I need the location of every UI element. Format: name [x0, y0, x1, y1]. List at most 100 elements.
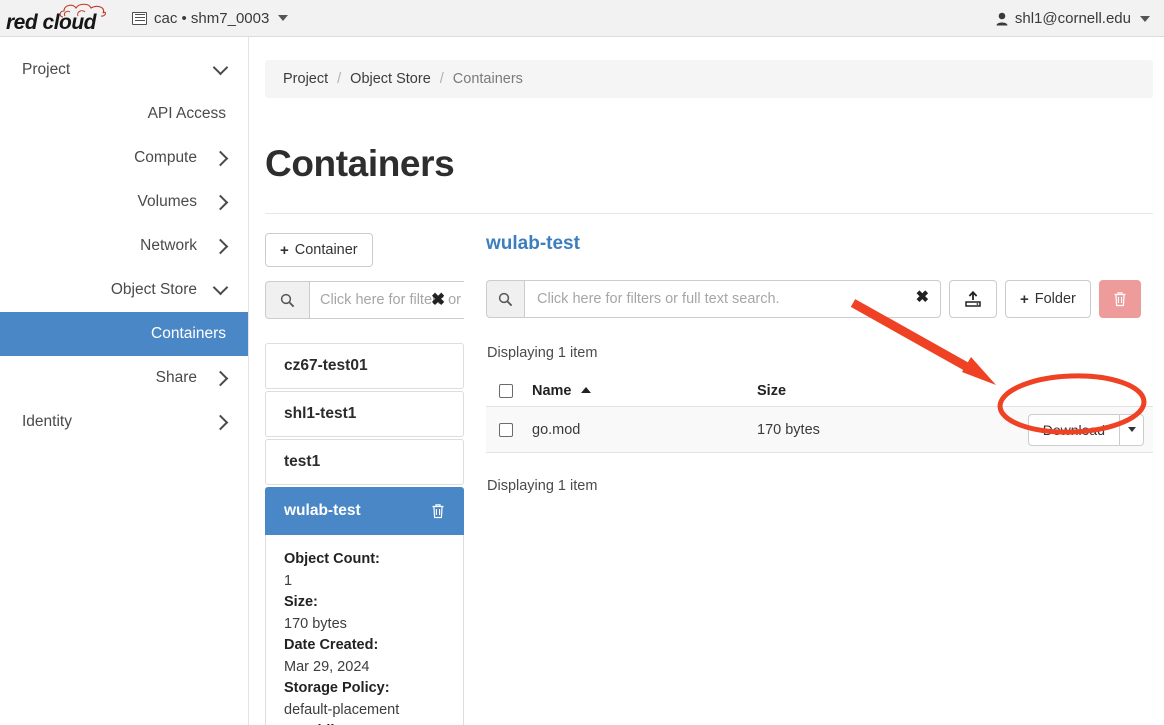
sort-ascending-icon — [580, 386, 591, 393]
create-container-button[interactable]: + Container — [265, 233, 373, 267]
download-dropdown-toggle[interactable] — [1119, 414, 1143, 445]
sidebar-item-compute[interactable]: Compute — [0, 136, 248, 180]
sidebar: Project API Access Compute Volumes Netwo… — [0, 37, 249, 725]
sidebar-item-label: API Access — [147, 105, 226, 122]
container-name: shl1-test1 — [284, 405, 357, 422]
download-split-button: Download — [1027, 413, 1144, 446]
sidebar-item-volumes[interactable]: Volumes — [0, 180, 248, 224]
user-icon — [996, 12, 1008, 25]
delete-objects-button[interactable] — [1098, 280, 1141, 318]
sidebar-item-containers[interactable]: Containers — [0, 312, 248, 356]
detail-value: 1 — [284, 572, 293, 589]
breadcrumb-item-containers: Containers — [452, 71, 523, 87]
sidebar-item-label: Object Store — [110, 281, 197, 298]
chevron-down-icon — [212, 279, 229, 296]
caret-down-icon — [1127, 427, 1136, 432]
page-title: Containers — [265, 143, 455, 184]
upload-object-button[interactable] — [949, 280, 997, 318]
row-checkbox[interactable] — [499, 422, 513, 437]
objects-toolbar: ✖ + Folder — [486, 280, 1141, 318]
chevron-right-icon — [212, 238, 229, 254]
column-header-label: Name — [532, 382, 572, 399]
sidebar-item-label: Project — [22, 61, 71, 78]
objects-container-title[interactable]: wulab-test — [486, 233, 580, 255]
close-icon[interactable]: ✖ — [916, 290, 929, 306]
container-list-item-wulab-test[interactable]: wulab-test — [265, 487, 464, 535]
breadcrumb: Project / Object Store / Containers — [265, 60, 1153, 98]
container-list-item-shl1-test1[interactable]: shl1-test1 — [265, 391, 464, 437]
plus-icon: + — [280, 241, 289, 259]
sidebar-item-network[interactable]: Network — [0, 224, 248, 268]
breadcrumb-separator: / — [439, 71, 444, 87]
download-button[interactable]: Download — [1029, 415, 1119, 445]
top-navbar: red cloud cac • shm7_0003 shl1@cornell.e… — [0, 0, 1164, 37]
table-row[interactable]: go.mod 170 bytes Download — [486, 407, 1153, 453]
chevron-down-icon — [1140, 15, 1150, 22]
container-list-panel: + Container ✖ cz67-test01 — [265, 233, 464, 725]
search-icon — [265, 281, 309, 319]
objects-search: ✖ — [486, 280, 941, 318]
sidebar-item-label: Share — [155, 369, 197, 386]
project-switcher[interactable]: cac • shm7_0003 — [132, 9, 289, 27]
item-count-bottom: Displaying 1 item — [487, 478, 598, 494]
select-all-checkbox[interactable] — [499, 383, 513, 398]
title-divider — [265, 213, 1153, 214]
logo[interactable]: red cloud — [6, 0, 110, 37]
upload-icon — [965, 290, 981, 307]
table-header: Name Size — [486, 375, 1153, 407]
sidebar-item-project[interactable]: Project — [0, 48, 248, 92]
user-menu[interactable]: shl1@cornell.edu — [996, 0, 1150, 37]
detail-label: Date Created: — [284, 637, 379, 653]
objects-panel: wulab-test ✖ — [486, 233, 1153, 494]
item-count-top: Displaying 1 item — [487, 345, 598, 361]
cell-actions: Download — [987, 413, 1153, 446]
sidebar-item-object-store[interactable]: Object Store — [0, 268, 248, 312]
detail-label: Object Count: — [284, 551, 380, 567]
chevron-right-icon — [212, 370, 229, 386]
chevron-down-icon — [278, 15, 289, 21]
breadcrumb-item-object-store[interactable]: Object Store — [350, 71, 431, 87]
sidebar-item-label: Network — [140, 237, 197, 254]
chevron-right-icon — [212, 414, 229, 430]
select-all-cell — [486, 383, 532, 399]
user-menu-label: shl1@cornell.edu — [1014, 10, 1131, 27]
breadcrumb-separator: / — [337, 71, 342, 87]
chevron-down-icon — [212, 59, 229, 76]
create-container-label: Container — [294, 242, 358, 258]
sidebar-item-api-access[interactable]: API Access — [0, 92, 248, 136]
detail-label: Storage Policy: — [284, 680, 390, 696]
cell-size: 170 bytes — [757, 421, 820, 438]
column-header-name[interactable]: Name — [532, 383, 757, 399]
container-name: cz67-test01 — [284, 357, 368, 374]
trash-icon — [1114, 292, 1126, 307]
cloud-icon — [59, 3, 106, 18]
chevron-right-icon — [212, 194, 229, 210]
chevron-right-icon — [212, 150, 229, 166]
plus-icon: + — [1020, 290, 1029, 308]
container-detail: Object Count: 1 Size: 170 bytes Date Cre… — [265, 535, 464, 725]
sidebar-item-identity[interactable]: Identity — [0, 400, 248, 444]
detail-value: 170 bytes — [284, 615, 347, 632]
row-select-cell — [486, 422, 532, 438]
container-list-item-test1[interactable]: test1 — [265, 439, 464, 485]
cell-name: go.mod — [532, 421, 581, 438]
sidebar-item-label: Compute — [134, 149, 197, 166]
sidebar-item-share[interactable]: Share — [0, 356, 248, 400]
trash-icon[interactable] — [431, 503, 445, 519]
objects-table: Name Size go.mod 170 bytes Download — [486, 375, 1153, 453]
container-name: test1 — [284, 453, 321, 470]
objects-search-input[interactable] — [525, 281, 940, 317]
detail-value: default-placement — [284, 701, 400, 718]
sidebar-item-label: Identity — [22, 413, 72, 430]
container-filter: ✖ — [265, 281, 464, 319]
sidebar-item-label: Volumes — [137, 193, 197, 210]
project-list-icon — [132, 11, 147, 25]
create-folder-label: Folder — [1034, 291, 1076, 307]
create-folder-button[interactable]: + Folder — [1005, 280, 1091, 318]
close-icon[interactable]: ✖ — [431, 291, 445, 308]
project-switcher-label: cac • shm7_0003 — [154, 9, 270, 27]
detail-value: Mar 29, 2024 — [284, 658, 370, 675]
column-header-size[interactable]: Size — [757, 383, 987, 399]
container-list-item-cz67-test01[interactable]: cz67-test01 — [265, 343, 464, 389]
breadcrumb-item-project[interactable]: Project — [283, 71, 328, 87]
